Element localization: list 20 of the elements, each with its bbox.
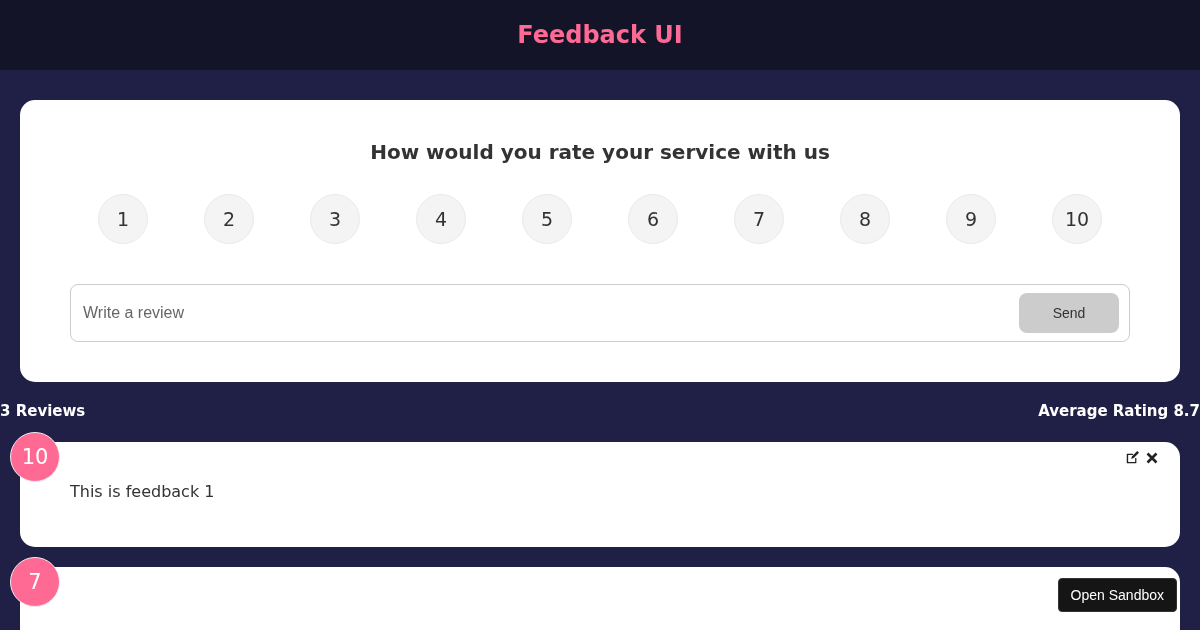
review-text: This is feedback 1 [70, 482, 216, 501]
rating-option[interactable]: 4 [416, 194, 466, 244]
review-rating-badge: 7 [10, 557, 60, 607]
rating-option[interactable]: 3 [310, 194, 360, 244]
rating-option[interactable]: 10 [1052, 194, 1102, 244]
rating-option[interactable]: 8 [840, 194, 890, 244]
rating-option[interactable]: 2 [204, 194, 254, 244]
open-sandbox-button[interactable]: Open Sandbox [1057, 578, 1177, 612]
rating-option[interactable]: 6 [628, 194, 678, 244]
close-icon[interactable] [1144, 450, 1160, 466]
app-title: Feedback UI [517, 21, 683, 49]
rating-option[interactable]: 7 [734, 194, 784, 244]
edit-icon[interactable] [1124, 450, 1140, 466]
review-rating-badge: 10 [10, 432, 60, 482]
rating-question: How would you rate your service with us [370, 140, 830, 164]
average-rating: Average Rating 8.7 [1038, 402, 1200, 420]
review-count: 3 Reviews [0, 402, 86, 420]
rating-option[interactable]: 9 [946, 194, 996, 244]
rating-option[interactable]: 5 [522, 194, 572, 244]
rating-option[interactable]: 1 [98, 194, 148, 244]
